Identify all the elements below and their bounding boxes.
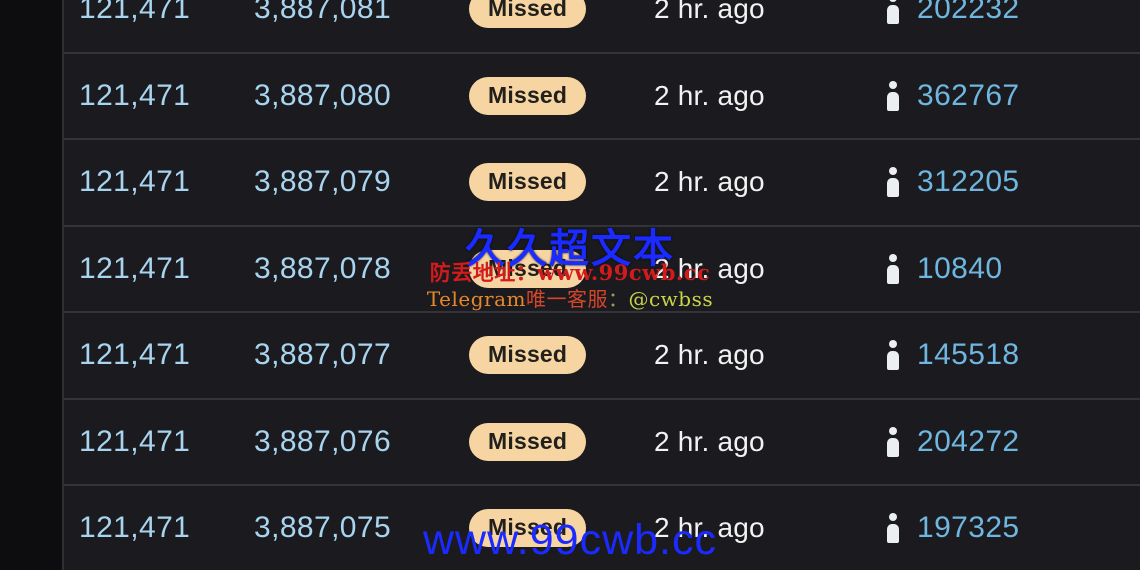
miners-value: 312205 (917, 165, 1020, 199)
cell-pool[interactable]: 121,471 (79, 0, 254, 26)
cell-block-height[interactable]: 3,887,078 (254, 252, 469, 286)
status-badge: Missed (469, 422, 587, 461)
miners-value: 362767 (917, 78, 1020, 112)
miners-value: 10840 (917, 251, 1003, 285)
cell-status: Missed (469, 336, 654, 375)
cell-time: 2 hr. ago (654, 512, 886, 544)
person-icon (886, 167, 900, 198)
cell-pool[interactable]: 121,471 (79, 511, 254, 545)
table-row[interactable]: 121,471 3,887,081 Missed 2 hr. ago 202232 (64, 0, 1140, 54)
blocks-table-screen: 121,471 3,887,081 Missed 2 hr. ago 202232 121… (0, 0, 1140, 570)
block-height-value: 3,887,079 (254, 165, 392, 199)
blocks-table: 121,471 3,887,081 Missed 2 hr. ago 202232 121… (62, 0, 1140, 570)
status-badge: Missed (469, 509, 587, 548)
time-value: 2 hr. ago (654, 0, 765, 25)
cell-miners[interactable]: 204272 (886, 425, 1140, 459)
person-icon (886, 340, 900, 371)
pool-value: 121,471 (79, 251, 191, 285)
time-value: 2 hr. ago (654, 252, 765, 284)
block-height-value: 3,887,078 (254, 251, 392, 285)
status-badge: Missed (469, 0, 587, 29)
cell-miners[interactable]: 10840 (886, 252, 1140, 286)
cell-time: 2 hr. ago (654, 426, 886, 458)
cell-miners[interactable]: 312205 (886, 165, 1140, 199)
time-value: 2 hr. ago (654, 166, 765, 198)
cell-pool[interactable]: 121,471 (79, 425, 254, 459)
cell-miners[interactable]: 362767 (886, 79, 1140, 113)
block-height-value: 3,887,081 (254, 0, 392, 26)
time-value: 2 hr. ago (654, 425, 765, 457)
person-icon (886, 253, 900, 284)
table-row[interactable]: 121,471 3,887,078 Missed 2 hr. ago 10840 (64, 226, 1140, 313)
person-icon (886, 513, 900, 544)
cell-block-height[interactable]: 3,887,075 (254, 511, 469, 545)
block-height-value: 3,887,075 (254, 511, 392, 545)
block-height-value: 3,887,077 (254, 338, 392, 372)
cell-time: 2 hr. ago (654, 253, 886, 285)
cell-miners[interactable]: 202232 (886, 0, 1140, 26)
cell-time: 2 hr. ago (654, 166, 886, 198)
person-icon (886, 80, 900, 111)
pool-value: 121,471 (79, 424, 191, 458)
status-badge: Missed (469, 336, 587, 375)
time-value: 2 hr. ago (654, 79, 765, 111)
time-value: 2 hr. ago (654, 512, 765, 544)
cell-status: Missed (469, 76, 654, 115)
miners-value: 204272 (917, 424, 1020, 458)
table-row[interactable]: 121,471 3,887,075 Missed 2 hr. ago 197325 (64, 486, 1140, 570)
person-icon (886, 426, 900, 457)
table-row[interactable]: 121,471 3,887,077 Missed 2 hr. ago 145518 (64, 313, 1140, 400)
cell-block-height[interactable]: 3,887,077 (254, 338, 469, 372)
cell-pool[interactable]: 121,471 (79, 338, 254, 372)
cell-block-height[interactable]: 3,887,080 (254, 79, 469, 113)
time-value: 2 hr. ago (654, 339, 765, 371)
miners-value: 145518 (917, 338, 1020, 372)
block-height-value: 3,887,080 (254, 78, 392, 112)
miners-value: 202232 (917, 0, 1020, 26)
status-badge: Missed (469, 163, 587, 202)
cell-status: Missed (469, 509, 654, 548)
table-row[interactable]: 121,471 3,887,080 Missed 2 hr. ago 362767 (64, 53, 1140, 140)
pool-value: 121,471 (79, 511, 191, 545)
block-height-value: 3,887,076 (254, 424, 392, 458)
cell-status: Missed (469, 0, 654, 29)
status-badge: Missed (469, 249, 587, 288)
cell-time: 2 hr. ago (654, 0, 886, 25)
cell-block-height[interactable]: 3,887,076 (254, 425, 469, 459)
cell-pool[interactable]: 121,471 (79, 165, 254, 199)
pool-value: 121,471 (79, 165, 191, 199)
person-icon (886, 0, 900, 25)
cell-time: 2 hr. ago (654, 339, 886, 371)
cell-pool[interactable]: 121,471 (79, 252, 254, 286)
status-badge: Missed (469, 76, 587, 115)
cell-time: 2 hr. ago (654, 80, 886, 112)
pool-value: 121,471 (79, 78, 191, 112)
pool-value: 121,471 (79, 0, 191, 26)
pool-value: 121,471 (79, 338, 191, 372)
cell-block-height[interactable]: 3,887,081 (254, 0, 469, 26)
miners-value: 197325 (917, 511, 1020, 545)
cell-block-height[interactable]: 3,887,079 (254, 165, 469, 199)
table-row[interactable]: 121,471 3,887,079 Missed 2 hr. ago 312205 (64, 140, 1140, 227)
table-row[interactable]: 121,471 3,887,076 Missed 2 hr. ago 204272 (64, 399, 1140, 486)
cell-status: Missed (469, 422, 654, 461)
cell-status: Missed (469, 249, 654, 288)
page-left-gutter (0, 0, 62, 570)
cell-status: Missed (469, 163, 654, 202)
cell-miners[interactable]: 145518 (886, 338, 1140, 372)
cell-pool[interactable]: 121,471 (79, 79, 254, 113)
cell-miners[interactable]: 197325 (886, 511, 1140, 545)
